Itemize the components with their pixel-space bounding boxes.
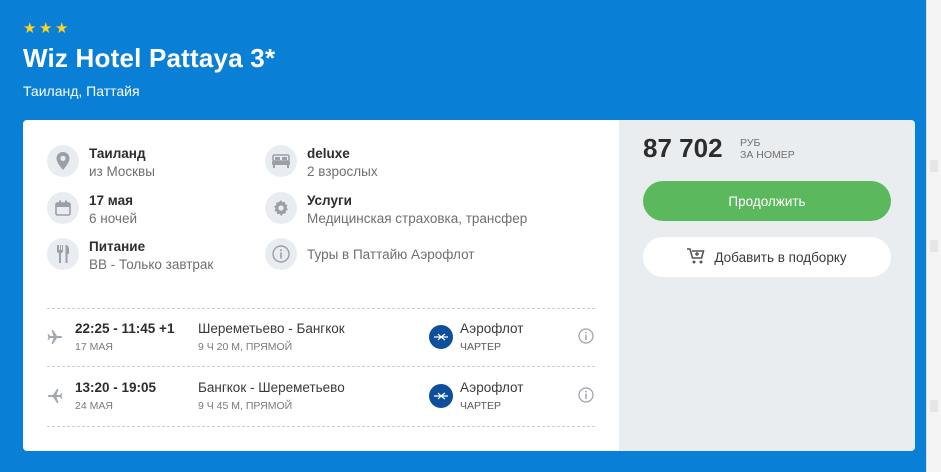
aeroflot-logo-icon [429, 384, 453, 408]
hotel-rating-stars: ★ ★ ★ [23, 20, 69, 37]
flight-route: Шереметьево - Бангкок [198, 321, 345, 336]
tour-card: Таиланд из Москвы 17 мая 6 ночей Питание… [23, 120, 915, 451]
meal-subtitle: BB - Только завтрак [89, 257, 214, 272]
plane-return-icon [47, 389, 63, 408]
scrollbar-mark [930, 240, 938, 252]
aeroflot-logo-icon [429, 325, 453, 349]
airline-name: Аэрофлот [460, 321, 524, 336]
meal-info: Питание BB - Только завтрак [47, 238, 213, 274]
flight-row: 13:20 - 19:05 24 МАЯ Бангкок - Шереметье… [47, 380, 595, 430]
flight-date: 17 МАЯ [75, 341, 113, 353]
continue-button-label: Продолжить [728, 193, 806, 209]
date-info: 17 мая 6 ночей [47, 192, 137, 228]
cart-icon [687, 247, 705, 267]
divider [47, 308, 595, 309]
tour-operator-info: Туры в Паттайю Аэрофлот [265, 238, 474, 270]
flight-route: Бангкок - Шереметьево [198, 380, 345, 395]
tour-operator-text: Туры в Паттайю Аэрофлот [307, 247, 475, 262]
price-per-label: ЗА НОМЕР [740, 149, 795, 161]
services-title: Услуги [307, 193, 352, 208]
bed-icon [265, 145, 297, 177]
plane-departure-icon [47, 330, 63, 349]
fork-knife-icon [47, 238, 79, 270]
scrollbar-mark [930, 400, 938, 412]
page-scrollbar[interactable] [926, 0, 941, 472]
services-info: Услуги Медицинская страховка, трансфер [265, 192, 527, 228]
date-title: 17 мая [89, 193, 133, 208]
hotel-location: Таиланд, Паттайя [23, 83, 140, 99]
divider [47, 426, 595, 427]
flight-info-icon[interactable] [578, 328, 594, 349]
price-value: 87 702 [643, 133, 723, 163]
gear-icon [265, 192, 297, 224]
star-icon: ★ [23, 20, 37, 37]
continue-button[interactable]: Продолжить [643, 181, 891, 221]
charter-label: ЧАРТЕР [460, 400, 501, 412]
price-currency: РУБ ЗА НОМЕР [740, 137, 795, 161]
info-icon[interactable] [265, 238, 297, 270]
destination-info: Таиланд из Москвы [47, 145, 155, 181]
flight-duration: 9 Ч 45 М, ПРЯМОЙ [198, 400, 293, 412]
scrollbar-mark [930, 160, 938, 172]
charter-label: ЧАРТЕР [460, 341, 501, 353]
meal-title: Питание [89, 239, 146, 254]
airline-name: Аэрофлот [460, 380, 524, 395]
destination-subtitle: из Москвы [89, 164, 155, 179]
currency-label: РУБ [740, 137, 761, 149]
star-icon: ★ [55, 20, 69, 37]
hotel-title: Wiz Hotel Pattaya 3* [23, 43, 276, 73]
flight-date: 24 МАЯ [75, 400, 113, 412]
room-info: deluxe 2 взрослых [265, 145, 378, 181]
flight-info-icon[interactable] [578, 387, 594, 408]
room-title: deluxe [307, 146, 350, 161]
room-guests: 2 взрослых [307, 164, 378, 179]
calendar-icon [47, 192, 79, 224]
flight-row: 22:25 - 11:45 +1 17 МАЯ Шереметьево - Ба… [47, 321, 595, 371]
divider [47, 366, 595, 367]
destination-title: Таиланд [89, 146, 146, 161]
add-to-selection-label: Добавить в подборку [714, 249, 847, 265]
add-to-selection-button[interactable]: Добавить в подборку [643, 237, 891, 277]
location-pin-icon [47, 145, 79, 177]
price-panel [619, 120, 915, 451]
nights-count: 6 ночей [89, 211, 138, 226]
flight-times: 22:25 - 11:45 +1 [75, 321, 175, 336]
flight-times: 13:20 - 19:05 [75, 380, 157, 395]
flight-duration: 9 Ч 20 М, ПРЯМОЙ [198, 341, 293, 353]
services-list: Медицинская страховка, трансфер [307, 211, 528, 226]
star-icon: ★ [39, 20, 53, 37]
